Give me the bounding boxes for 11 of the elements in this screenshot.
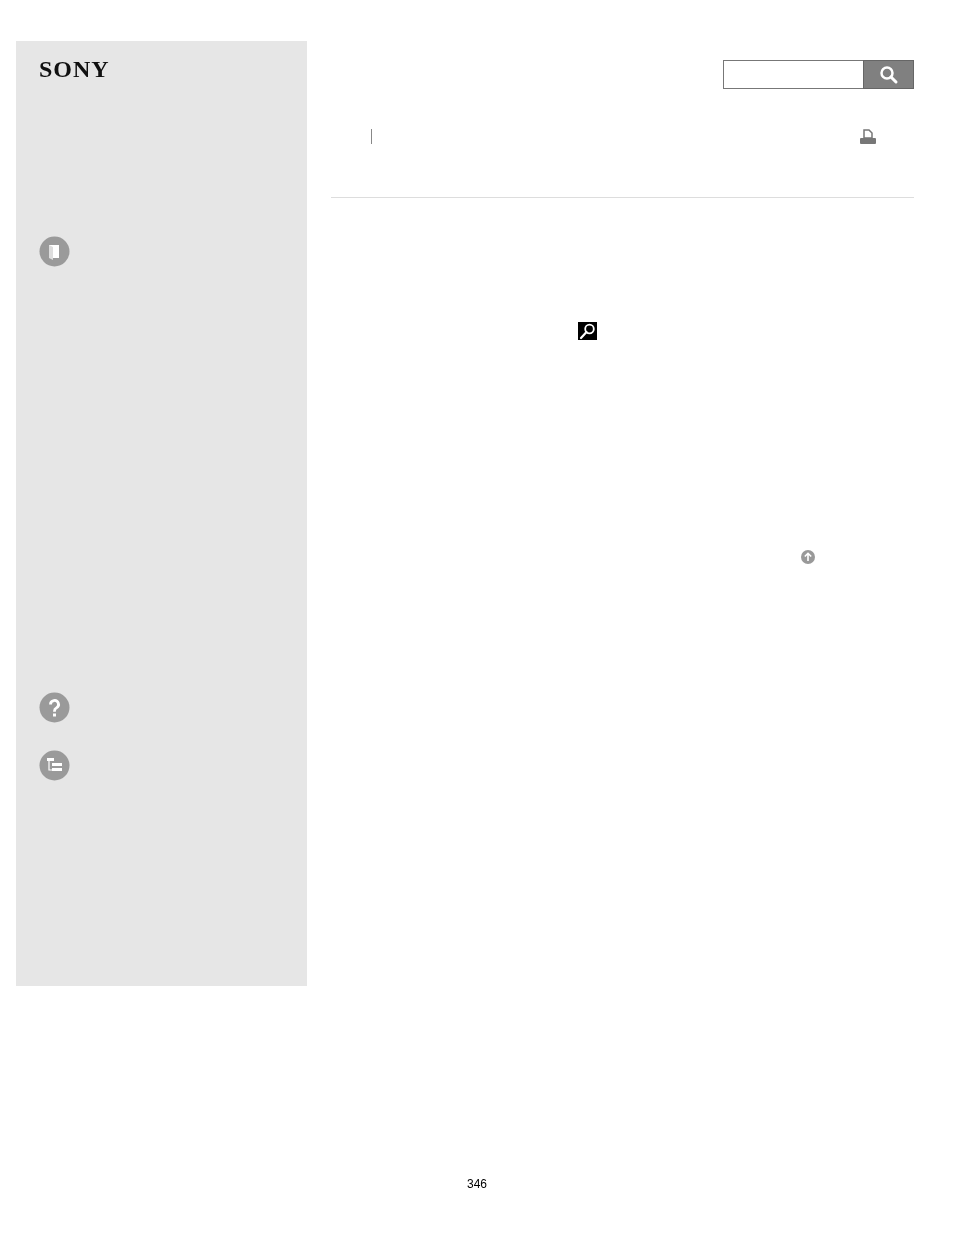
book-icon[interactable]	[39, 236, 70, 267]
search-icon	[878, 64, 899, 85]
search-button[interactable]	[863, 60, 914, 89]
help-icon[interactable]	[39, 692, 70, 723]
brand-logo: SONY	[39, 56, 110, 82]
back-to-top-icon[interactable]	[801, 550, 815, 564]
page-number: 346	[467, 1177, 487, 1191]
magnifier-icon	[578, 322, 597, 340]
sitemap-icon[interactable]	[39, 750, 70, 781]
print-icon[interactable]	[860, 129, 876, 144]
search-field[interactable]	[723, 60, 863, 89]
